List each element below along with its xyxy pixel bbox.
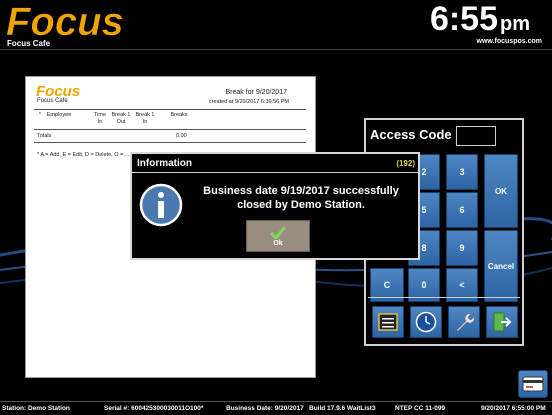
column-header: Employee [46, 112, 72, 118]
column-header: Breaks [170, 112, 188, 118]
key-9[interactable]: 9 [446, 230, 478, 266]
business-date: Business Date: 9/20/2017 [226, 405, 304, 412]
ok-button-label: Ok [273, 239, 283, 247]
column-header: * [38, 112, 42, 118]
svg-text:Focus: Focus [6, 2, 124, 40]
access-code-display[interactable] [456, 126, 496, 146]
dialog-code: (192) [396, 159, 415, 168]
site-name: Focus Cafe [7, 39, 51, 48]
status-datetime: 9/20/2017 6:55:00 PM [481, 405, 546, 412]
column-header: Time In [93, 112, 107, 125]
exit-button[interactable] [486, 306, 518, 338]
wrench-icon [456, 313, 475, 332]
card-reader-button[interactable] [518, 370, 548, 398]
report-rule [34, 142, 306, 143]
ok-button[interactable]: Ok [246, 220, 310, 252]
header-divider [0, 49, 552, 50]
column-header: Break 1 In [135, 112, 155, 125]
serial-number: Serial #: 600425300030011O100* [104, 405, 204, 412]
column-header: Break 1 Out [111, 112, 131, 125]
time-clock-button[interactable] [410, 306, 442, 338]
checkmark-icon [270, 225, 286, 239]
report-rule [34, 109, 306, 110]
key-6[interactable]: 6 [446, 192, 478, 228]
svg-text:Focus: Focus [36, 83, 80, 97]
keypad-divider [368, 297, 520, 298]
cancel-key[interactable]: Cancel [484, 230, 518, 302]
report-logo: Focus [36, 83, 80, 97]
report-title: Break for 9/20/2017 [225, 89, 288, 96]
dialog-message: Business date 9/19/2017 successfully clo… [203, 185, 399, 211]
totals-value: 0.00 [176, 133, 187, 139]
clock: 6:55 pm [430, 0, 530, 39]
info-icon [139, 183, 183, 227]
report-site-name: Focus Cafe [37, 98, 68, 104]
build-info: Build 17.9.6 WaitList3 [309, 405, 376, 412]
clock-time: 6:55 [429, 0, 498, 38]
keypad-title: Access Code [370, 127, 452, 142]
card-icon [522, 376, 544, 392]
dialog-title: Information [137, 158, 192, 169]
ok-key[interactable]: OK [484, 154, 518, 228]
key-3[interactable]: 3 [446, 154, 478, 190]
clock-ampm: pm [500, 13, 530, 35]
exit-icon [493, 312, 512, 332]
information-dialog: Information (192) Business date 9/19/201… [130, 152, 420, 260]
report-rule [34, 129, 306, 130]
focus-logo: Focus [6, 2, 124, 40]
report-legend: * A = Add, E = Edit, D = Delete, O = ... [37, 152, 130, 158]
website-url: www.focuspos.com [476, 38, 542, 45]
totals-label: Totals [37, 133, 52, 139]
status-bar: Station: Demo Station Serial #: 60042530… [0, 401, 552, 415]
register-icon [378, 313, 398, 331]
station-label: Station: Demo Station [2, 405, 70, 412]
settings-button[interactable] [448, 306, 480, 338]
ntep-info: NTEP CC 11-099 [395, 405, 446, 412]
dialog-divider [132, 172, 418, 173]
clock-icon [415, 311, 437, 333]
register-button[interactable] [372, 306, 404, 338]
report-subtitle: created at 9/20/2017 6:39:56 PM [208, 99, 289, 105]
